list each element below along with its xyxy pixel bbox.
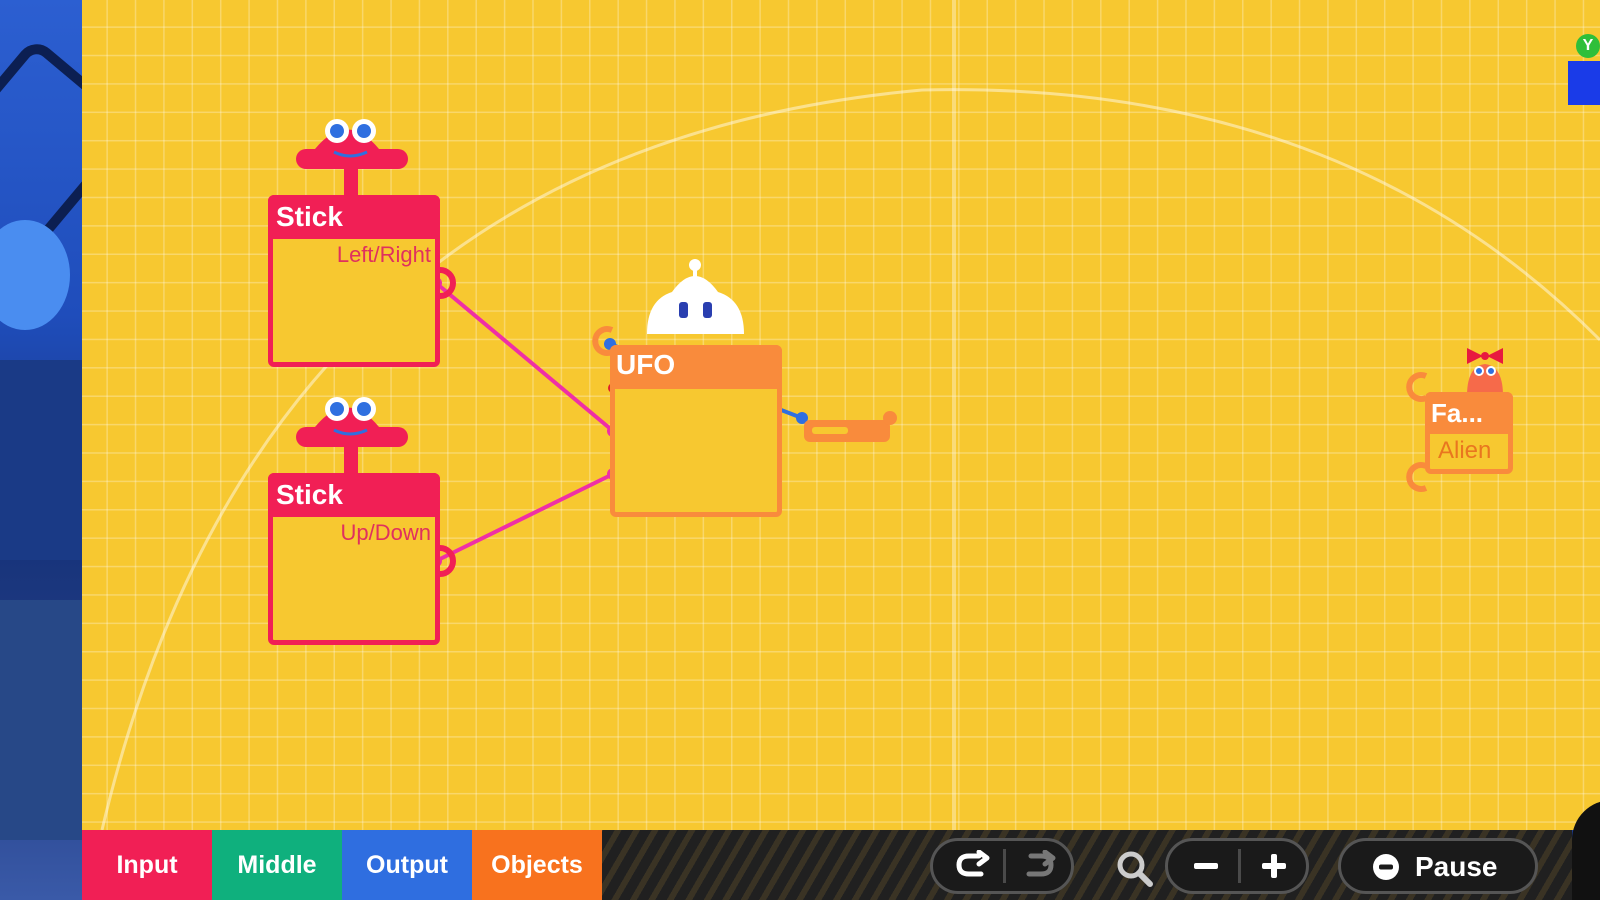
zoom-group <box>1165 838 1309 894</box>
stick-nodon-leftright[interactable]: Stick Left/Right <box>268 195 440 367</box>
pause-button[interactable]: Pause <box>1338 838 1538 894</box>
pill-divider <box>1003 849 1006 883</box>
undo-redo-group <box>930 838 1074 894</box>
alien-port-hook <box>1406 372 1428 402</box>
wire-leftright-to-ufo[interactable] <box>434 281 615 433</box>
output-connector-end[interactable] <box>883 411 897 425</box>
zoom-out-button[interactable] <box>1174 841 1238 891</box>
stick-nodon-character-2 <box>296 397 408 473</box>
zoom-in-icon <box>1262 854 1286 878</box>
stick-nodon-setting: Left/Right <box>334 242 433 268</box>
ufo-nodon-title: UFO <box>616 349 676 380</box>
stick-nodon-title: Stick <box>276 201 343 232</box>
alien-object-nodon[interactable]: Fa... Alien <box>1425 392 1513 474</box>
alien-nodon-header: Fa... <box>1425 392 1513 434</box>
output-connector-slot <box>812 427 848 434</box>
ufo-object-nodon[interactable]: UFO <box>610 345 782 517</box>
stick-nodon-header: Stick <box>268 195 440 239</box>
pill-divider <box>1238 849 1241 883</box>
tab-middle[interactable]: Middle <box>212 830 342 900</box>
alien-nodon-title: Fa... <box>1431 398 1484 428</box>
tab-objects[interactable]: Objects <box>472 830 602 900</box>
minus-circle-icon <box>1373 854 1399 880</box>
redo-icon <box>1026 850 1056 877</box>
stick-nodon-header: Stick <box>268 473 440 517</box>
alien-character <box>1467 348 1503 396</box>
zoom-in-button[interactable] <box>1242 841 1306 891</box>
ufo-character <box>647 259 744 334</box>
tab-output-label: Output <box>366 850 448 879</box>
canvas-overlay <box>100 88 1600 830</box>
tab-objects-label: Objects <box>491 850 583 879</box>
search-button[interactable] <box>1112 846 1158 892</box>
wire-updown-to-ufo[interactable] <box>435 472 614 563</box>
undo-icon <box>956 850 990 877</box>
stick-nodon-updown[interactable]: Stick Up/Down <box>268 473 440 645</box>
undo-button[interactable] <box>939 841 1003 891</box>
search-icon <box>1117 851 1153 887</box>
stick-nodon-setting: Up/Down <box>338 520 433 546</box>
ufo-nodon-header: UFO <box>610 345 782 389</box>
background-photo-strip <box>0 0 82 900</box>
alien-nodon-setting: Alien <box>1438 437 1492 464</box>
tab-output[interactable]: Output <box>342 830 472 900</box>
stick-nodon-title: Stick <box>276 479 343 510</box>
alien-port-hook <box>1406 462 1428 492</box>
pause-label: Pause <box>1415 851 1498 882</box>
screen: Stick Left/Right Stick Up/Down UFO Fa...… <box>0 0 1600 900</box>
tab-input-label: Input <box>116 850 178 879</box>
tab-input[interactable]: Input <box>82 830 212 900</box>
tab-middle-label: Middle <box>237 850 317 879</box>
zoom-out-icon <box>1194 863 1218 869</box>
programming-canvas[interactable]: Stick Left/Right Stick Up/Down UFO Fa...… <box>82 0 1600 830</box>
side-panel-tab[interactable] <box>1568 61 1600 105</box>
y-button-badge: Y <box>1576 34 1600 58</box>
stick-nodon-character-1 <box>296 119 408 195</box>
redo-button[interactable] <box>1007 841 1071 891</box>
